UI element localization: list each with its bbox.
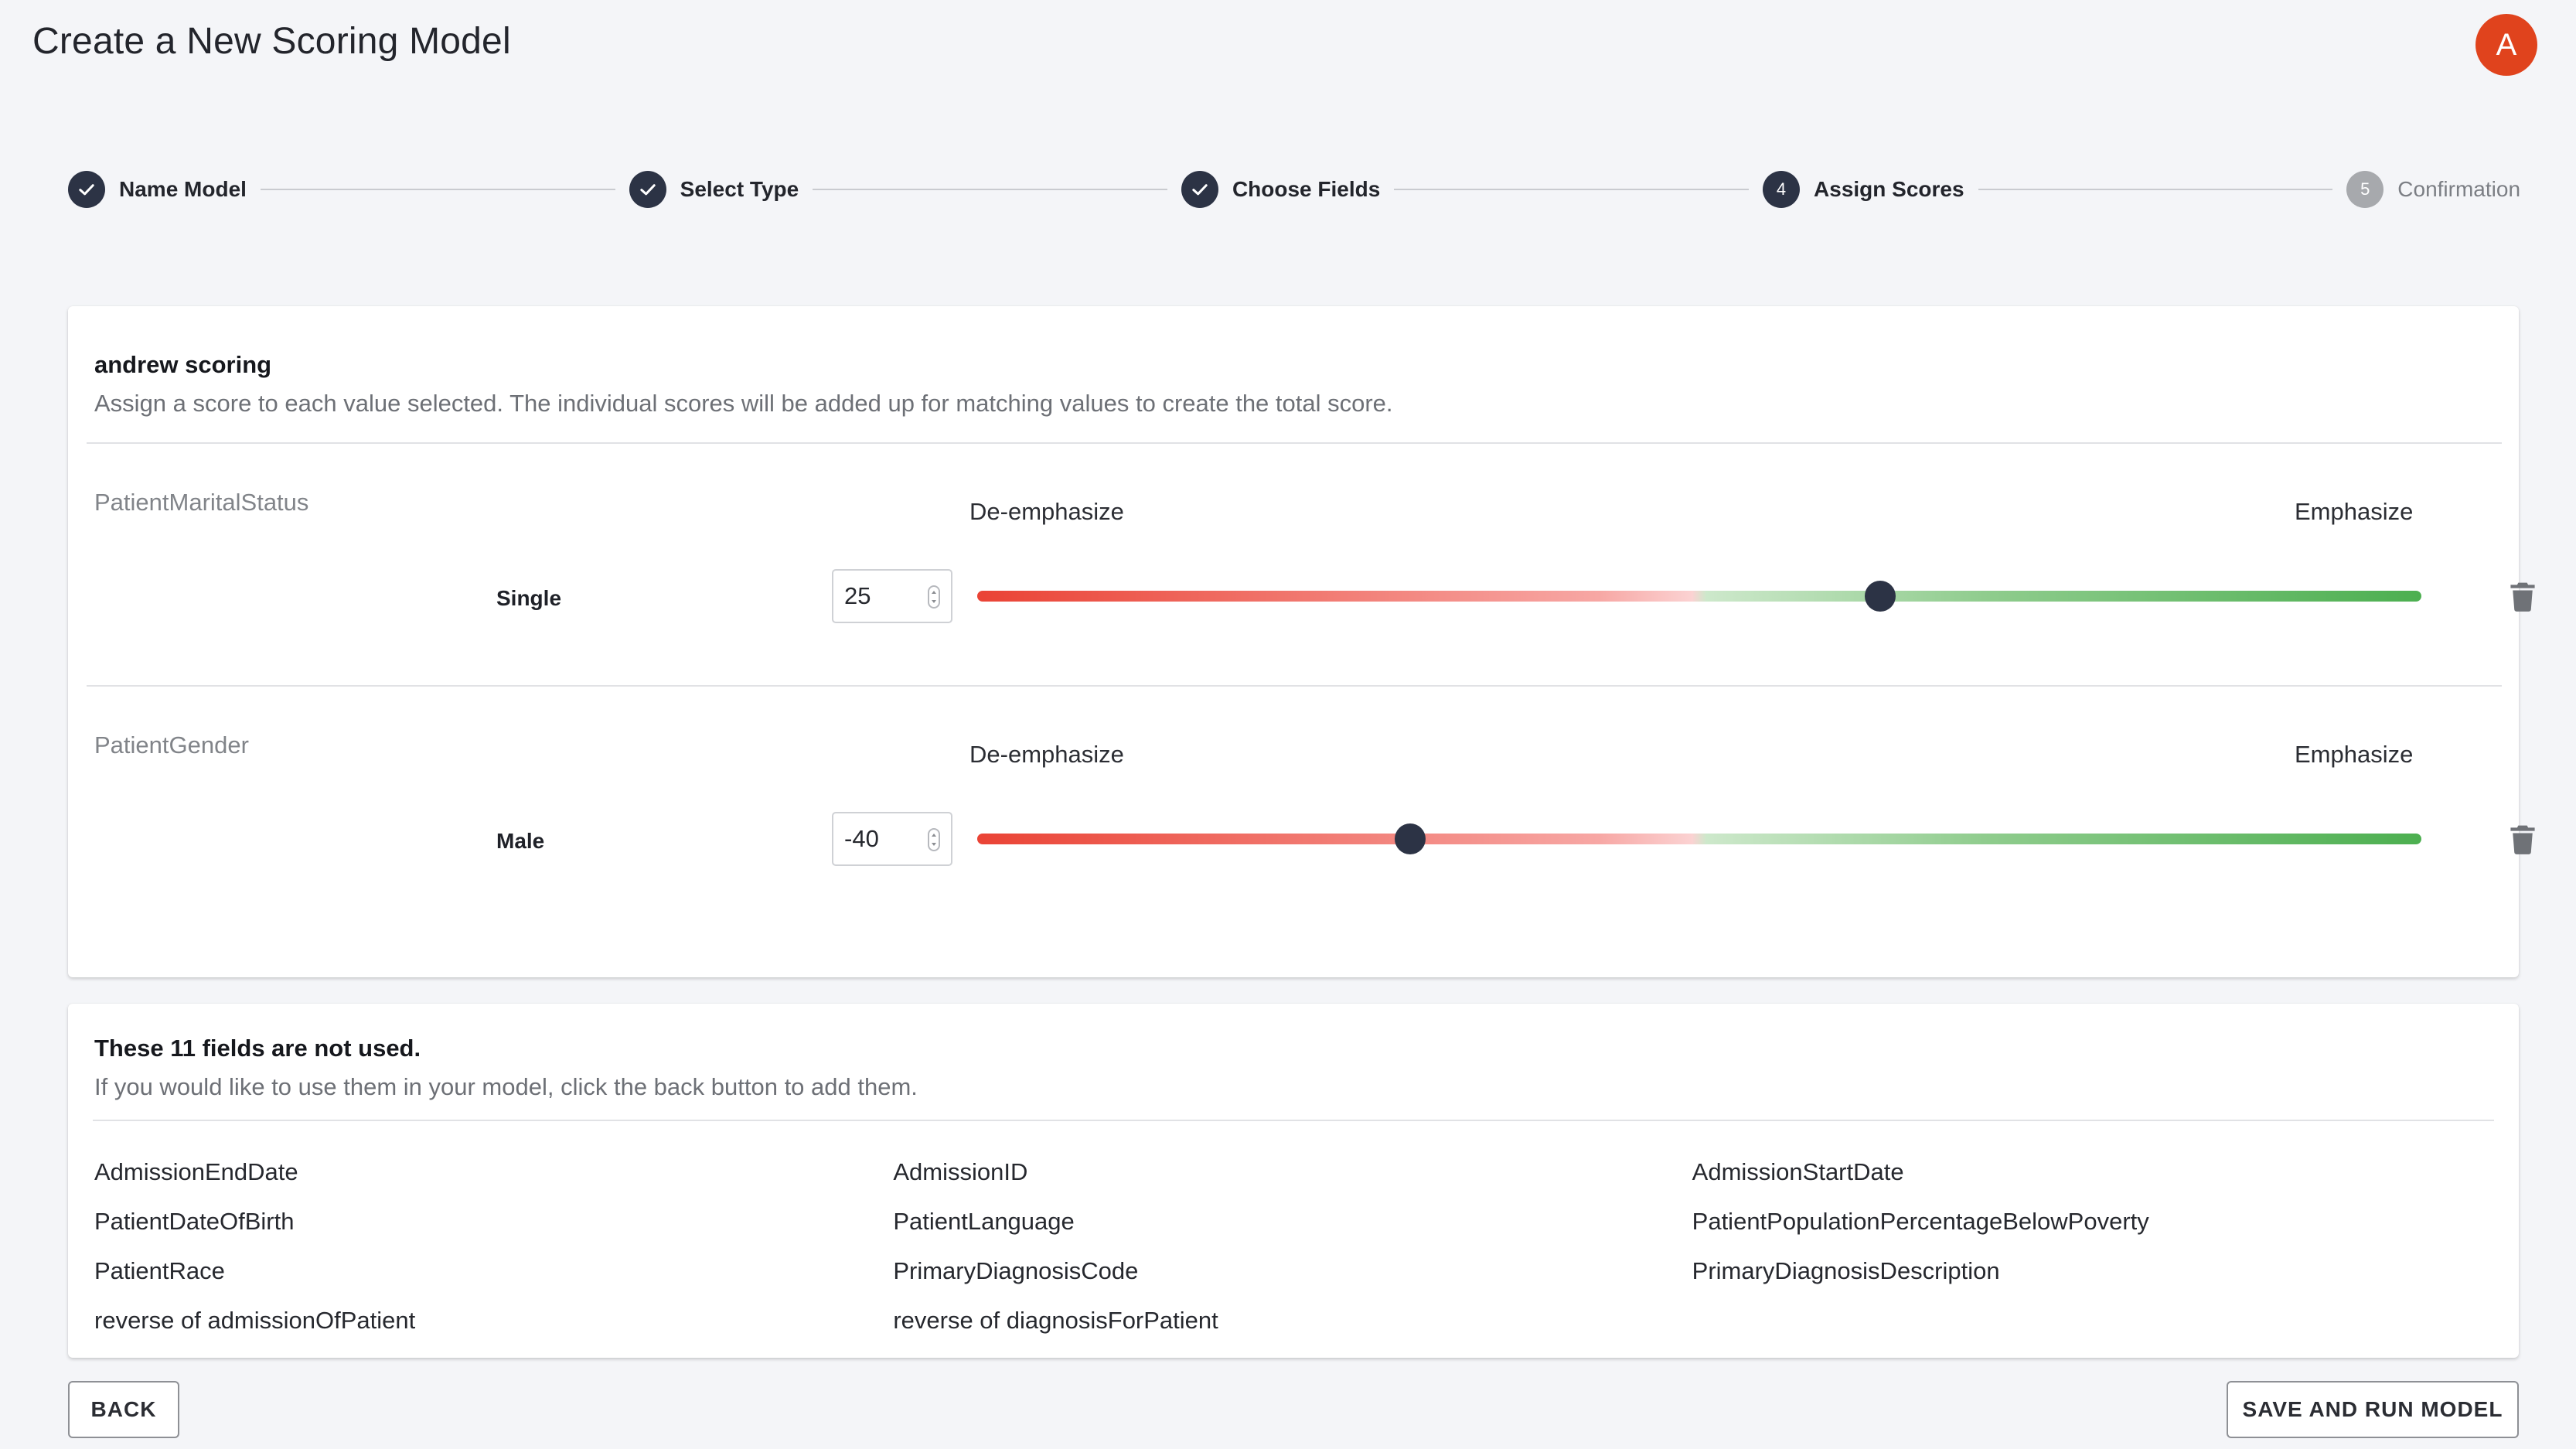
unused-field: AdmissionID xyxy=(893,1158,1028,1185)
score-value: -40 xyxy=(844,825,879,852)
back-button[interactable]: BACK xyxy=(68,1381,179,1438)
unused-fields-title: These 11 fields are not used. xyxy=(94,1035,421,1062)
unused-fields-row: AdmissionEndDate AdmissionID AdmissionSt… xyxy=(94,1147,2491,1197)
score-slider[interactable] xyxy=(977,823,2421,854)
check-icon xyxy=(629,171,666,208)
assign-scores-card: andrew scoring Assign a score to each va… xyxy=(68,306,2535,977)
unused-fields-card: These 11 fields are not used. If you wou… xyxy=(68,1004,2519,1358)
user-avatar[interactable]: A xyxy=(2475,14,2537,76)
page: Create a New Scoring Model A Name Model … xyxy=(0,0,2576,1449)
step-label: Assign Scores xyxy=(1814,177,1964,201)
emphasize-label: Emphasize xyxy=(2295,498,2414,525)
save-and-run-model-button[interactable]: SAVE AND RUN MODEL xyxy=(2227,1381,2519,1438)
unused-field: AdmissionEndDate xyxy=(94,1158,298,1185)
step-number: 4 xyxy=(1763,171,1801,208)
value-label: Male xyxy=(496,829,545,853)
divider xyxy=(93,1120,2494,1121)
model-name: andrew scoring xyxy=(94,351,272,378)
stepper: Name Model Select Type Choose Fields 4 A… xyxy=(68,170,2520,209)
step-name-model: Name Model xyxy=(68,171,247,208)
unused-field: PatientRace xyxy=(94,1257,225,1284)
field-name: PatientMaritalStatus xyxy=(94,489,309,516)
value-label: Single xyxy=(496,586,562,610)
unused-field: PatientPopulationPercentageBelowPoverty xyxy=(1692,1208,2149,1235)
unused-field: reverse of admissionOfPatient xyxy=(94,1307,416,1334)
slider-thumb[interactable] xyxy=(1395,823,1426,854)
step-connector xyxy=(1978,189,2333,190)
step-connector xyxy=(813,189,1167,190)
spinner-icon[interactable] xyxy=(928,585,940,609)
step-number: 5 xyxy=(2346,171,2384,208)
unused-fields-row: PatientDateOfBirth PatientLanguage Patie… xyxy=(94,1197,2491,1246)
divider xyxy=(87,442,2502,444)
trash-icon[interactable] xyxy=(2510,824,2536,855)
score-input[interactable]: -40 xyxy=(832,812,952,866)
slider-thumb[interactable] xyxy=(1864,581,1896,612)
step-label: Choose Fields xyxy=(1232,177,1381,201)
check-icon xyxy=(68,171,105,208)
scores-description: Assign a score to each value selected. T… xyxy=(94,390,1393,417)
unused-field: AdmissionStartDate xyxy=(1692,1158,1904,1185)
unused-fields-list: AdmissionEndDate AdmissionID AdmissionSt… xyxy=(94,1147,2491,1345)
unused-field: PatientLanguage xyxy=(893,1208,1075,1235)
step-connector xyxy=(260,189,615,190)
unused-field: PrimaryDiagnosisDescription xyxy=(1692,1257,2000,1284)
unused-fields-row: PatientRace PrimaryDiagnosisCode Primary… xyxy=(94,1246,2491,1296)
unused-fields-row: reverse of admissionOfPatient reverse of… xyxy=(94,1296,2491,1345)
deemphasize-label: De-emphasize xyxy=(969,741,1124,768)
unused-fields-description: If you would like to use them in your mo… xyxy=(94,1073,918,1100)
emphasize-label: Emphasize xyxy=(2295,741,2414,768)
step-label: Select Type xyxy=(680,177,799,201)
score-input[interactable]: 25 xyxy=(832,569,952,623)
deemphasize-label: De-emphasize xyxy=(969,498,1124,525)
unused-field: PrimaryDiagnosisCode xyxy=(893,1257,1139,1284)
step-confirmation: 5 Confirmation xyxy=(2346,171,2520,208)
step-select-type: Select Type xyxy=(629,171,799,208)
unused-field: reverse of diagnosisForPatient xyxy=(893,1307,1218,1334)
score-slider[interactable] xyxy=(977,581,2421,612)
step-label: Confirmation xyxy=(2397,177,2521,201)
step-assign-scores: 4 Assign Scores xyxy=(1763,171,1964,208)
field-name: PatientGender xyxy=(94,731,249,759)
check-icon xyxy=(1181,171,1218,208)
spinner-icon[interactable] xyxy=(928,828,940,851)
step-choose-fields: Choose Fields xyxy=(1181,171,1380,208)
trash-icon[interactable] xyxy=(2510,581,2536,612)
step-connector xyxy=(1394,189,1750,190)
score-value: 25 xyxy=(844,582,871,609)
unused-field: PatientDateOfBirth xyxy=(94,1208,295,1235)
page-title: Create a New Scoring Model xyxy=(32,21,511,62)
divider xyxy=(87,685,2502,687)
step-label: Name Model xyxy=(119,177,247,201)
